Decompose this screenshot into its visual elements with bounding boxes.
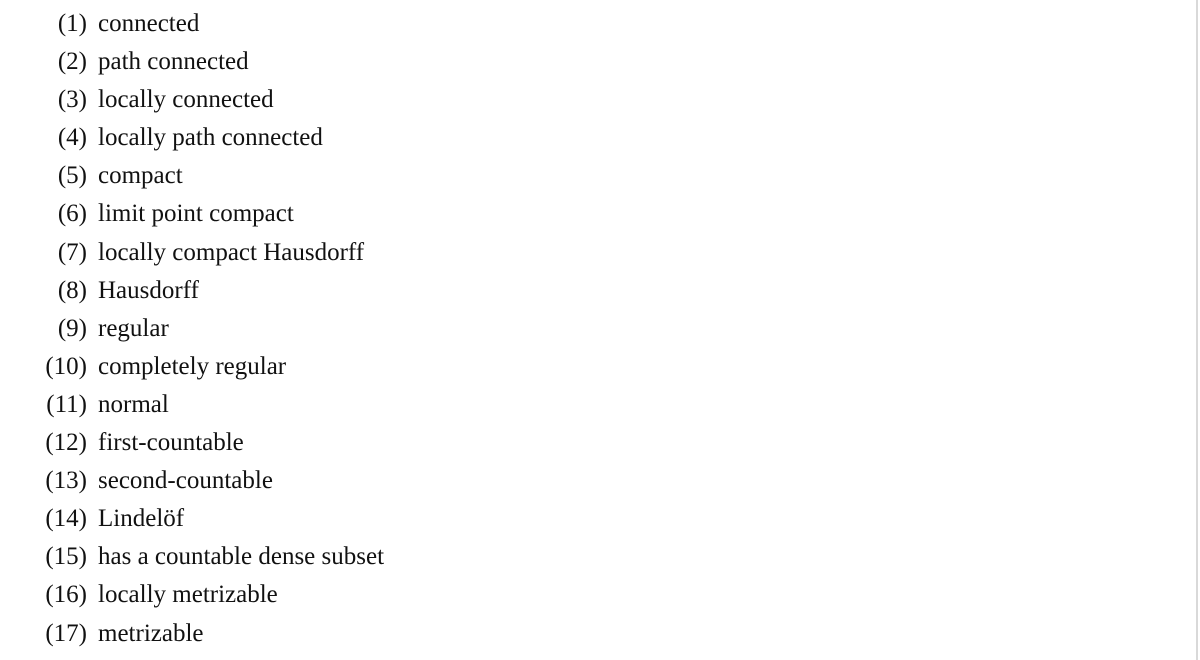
item-label: normal [98, 390, 169, 418]
document-page: (1) connected (2) path connected (3) loc… [0, 0, 1200, 660]
item-label: locally compact Hausdorff [98, 238, 365, 266]
item-label: connected [98, 10, 200, 37]
item-number: (14) [45, 505, 87, 533]
item-label: limit point compact [98, 200, 294, 228]
item-number: (10) [45, 352, 87, 380]
item-label: locally metrizable [98, 581, 278, 609]
page-edge-divider [1196, 0, 1198, 660]
item-number: (16) [45, 581, 87, 609]
item-number: (15) [45, 543, 87, 571]
item-label: locally path connected [98, 124, 323, 152]
item-label: completely regular [98, 352, 287, 380]
item-label: regular [98, 314, 169, 342]
item-label: second-countable [98, 467, 273, 495]
item-number: (3) [57, 86, 87, 114]
item-label: path connected [98, 48, 249, 76]
item-label: Hausdorff [98, 276, 199, 304]
item-number: (8) [57, 276, 87, 304]
item-label: first-countable [98, 429, 244, 457]
item-number: (9) [57, 314, 87, 342]
item-number: (6) [57, 200, 87, 228]
item-label: compact [98, 162, 183, 190]
item-number: (5) [57, 162, 87, 190]
item-label: metrizable [98, 619, 204, 647]
item-number: (11) [46, 390, 87, 418]
item-label: locally connected [98, 86, 274, 114]
item-number: (2) [57, 48, 87, 76]
item-number: (17) [45, 619, 87, 647]
item-label: has a countable dense subset [98, 543, 385, 571]
item-number: (13) [45, 467, 87, 495]
item-number: (12) [45, 429, 87, 457]
item-number: (1) [57, 10, 87, 37]
item-number: (7) [57, 238, 87, 266]
clipped-previous-line [0, 0, 1200, 2]
item-label: Lindelöf [98, 505, 185, 533]
item-number: (4) [57, 124, 87, 152]
